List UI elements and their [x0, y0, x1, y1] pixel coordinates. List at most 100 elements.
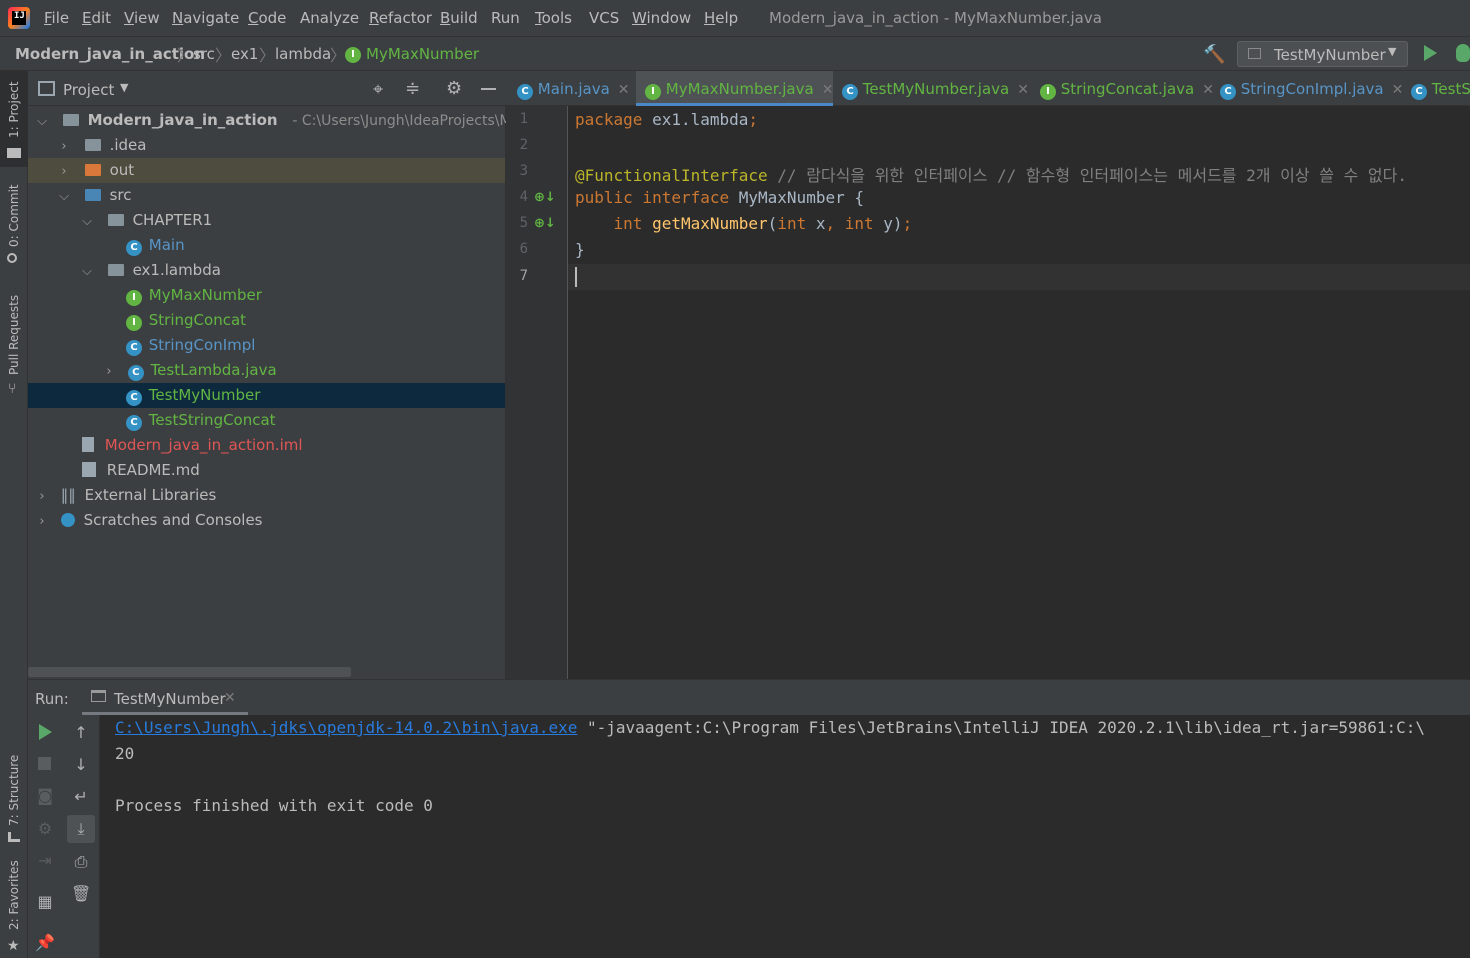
- print-icon[interactable]: ⎙: [71, 852, 91, 872]
- runnable-class-icon: C: [126, 415, 142, 431]
- menu-code[interactable]: Code: [248, 9, 286, 27]
- close-icon[interactable]: ✕: [224, 690, 236, 706]
- tool-tab-project[interactable]: 1: Project: [7, 81, 21, 138]
- menu-analyze[interactable]: Analyze: [300, 9, 359, 27]
- tree-root[interactable]: ⌵ Modern_java_in_action - C:\Users\Jungh…: [34, 108, 528, 133]
- menu-build[interactable]: Build: [440, 9, 478, 27]
- tool-tab-structure[interactable]: 7: Structure: [7, 755, 21, 826]
- menu-refactor[interactable]: Refactor: [369, 9, 432, 27]
- run-config-icon: [1248, 48, 1261, 59]
- tree-item-out[interactable]: › out: [56, 158, 134, 183]
- chevron-down-icon: ⌵: [37, 114, 47, 129]
- arrow-down-icon[interactable]: ↓: [71, 755, 91, 775]
- settings-gear-icon[interactable]: ⚙: [35, 819, 55, 839]
- class-icon: C: [517, 84, 533, 100]
- console-command-args: "-javaagent:C:\Program Files\JetBrains\I…: [577, 718, 1426, 737]
- run-configuration-select[interactable]: TestMyNumber ▼: [1237, 41, 1408, 67]
- tree-item-label: src: [109, 186, 132, 204]
- horizontal-scrollbar[interactable]: [28, 667, 351, 677]
- breadcrumb-ex1[interactable]: ex1: [231, 45, 258, 63]
- pin-icon[interactable]: 📌: [35, 933, 55, 953]
- close-icon[interactable]: ✕: [1017, 82, 1029, 98]
- tree-item-readme[interactable]: README.md: [82, 458, 200, 483]
- tree-item-label: StringConImpl: [148, 336, 256, 354]
- tree-item-idea[interactable]: › .idea: [56, 133, 146, 158]
- tree-item-scratches[interactable]: › Scratches and Consoles: [34, 508, 262, 533]
- tool-tab-favorites[interactable]: 2: Favorites: [7, 860, 21, 930]
- stop-icon[interactable]: [38, 757, 51, 770]
- menu-window[interactable]: Window: [632, 9, 691, 27]
- interface-icon: I: [126, 315, 142, 331]
- tree-item-teststringconcat[interactable]: C TestStringConcat: [126, 408, 276, 433]
- menu-navigate[interactable]: Navigate: [172, 9, 239, 27]
- tab-mymaxnumber-java[interactable]: I MyMaxNumber.java ✕: [645, 71, 833, 106]
- tree-item-chapter1[interactable]: ⌵ CHAPTER1: [79, 208, 212, 233]
- chevron-right-icon: ›: [61, 139, 67, 154]
- interface-icon: I: [126, 290, 142, 306]
- tree-item-label: Main: [148, 236, 185, 254]
- camera-icon[interactable]: ◙: [35, 786, 55, 806]
- tree-item-testmynumber[interactable]: C TestMyNumber: [126, 383, 260, 408]
- tree-item-ex1-lambda[interactable]: ⌵ ex1.lambda: [79, 258, 221, 283]
- tree-item-main[interactable]: C Main: [126, 233, 185, 258]
- close-icon[interactable]: ✕: [618, 82, 630, 98]
- rerun-play-icon[interactable]: [39, 724, 52, 740]
- soft-wrap-icon[interactable]: ↵: [71, 787, 91, 807]
- chevron-right-icon: 〉: [215, 46, 232, 65]
- login-exit-icon[interactable]: ⇥: [35, 851, 55, 871]
- debug-bug-icon[interactable]: [1456, 44, 1470, 62]
- menu-help[interactable]: Help: [704, 9, 738, 27]
- breadcrumb-mymaxnumber[interactable]: MyMaxNumber: [366, 45, 479, 63]
- tree-item-iml[interactable]: Modern_java_in_action.iml: [82, 433, 303, 458]
- locate-crosshair-icon[interactable]: ⌖: [373, 79, 383, 100]
- breadcrumb-lambda[interactable]: lambda: [275, 45, 331, 63]
- menu-view[interactable]: View: [124, 9, 160, 27]
- tool-tab-commit[interactable]: 0: Commit: [7, 184, 21, 247]
- hide-minus-icon[interactable]: [481, 88, 496, 90]
- tree-item-stringconcat[interactable]: I StringConcat: [126, 308, 246, 333]
- gear-icon[interactable]: ⚙: [446, 78, 462, 99]
- trash-icon[interactable]: 🗑: [71, 884, 91, 904]
- menu-file[interactable]: File: [44, 9, 69, 27]
- tab-stringconimpl-java[interactable]: C StringConImpl.java ✕: [1220, 71, 1403, 106]
- console-output[interactable]: [100, 715, 1470, 958]
- tab-stringconcat-java[interactable]: I StringConcat.java ✕: [1040, 71, 1214, 106]
- chevron-right-icon: 〉: [177, 46, 194, 65]
- menu-edit[interactable]: Edit: [82, 9, 111, 27]
- library-icon: ‖‖: [60, 486, 76, 504]
- tree-item-external-libraries[interactable]: › ‖‖ External Libraries: [34, 483, 216, 508]
- menu-run[interactable]: Run: [491, 9, 520, 27]
- arrow-up-icon[interactable]: ↑: [71, 723, 91, 743]
- build-hammer-icon[interactable]: 🔨: [1203, 44, 1225, 65]
- chevron-down-icon[interactable]: ▼: [120, 81, 128, 94]
- project-view-title[interactable]: Project: [63, 81, 114, 99]
- tree-root-path: - C:\Users\Jungh\IdeaProjects\Moc: [292, 113, 528, 129]
- tree-item-label: TestLambda.java: [150, 361, 277, 379]
- tree-item-label: README.md: [106, 461, 200, 479]
- tab-main-java[interactable]: C Main.java ✕: [517, 71, 630, 106]
- tab-testmynumber-java[interactable]: C TestMyNumber.java ✕: [842, 71, 1029, 106]
- close-icon[interactable]: ✕: [1202, 82, 1214, 98]
- runnable-class-icon: C: [126, 390, 142, 406]
- tree-item-mymaxnumber[interactable]: I MyMaxNumber: [126, 283, 262, 308]
- runnable-class-icon: C: [842, 84, 858, 100]
- implemented-marker-icon[interactable]: ⊕↓: [534, 190, 556, 205]
- layout-icon[interactable]: ▦: [35, 892, 55, 912]
- tree-item-stringconimpl[interactable]: C StringConImpl: [126, 333, 255, 358]
- breadcrumb-src[interactable]: src: [193, 45, 215, 63]
- tool-tab-pull-requests[interactable]: Pull Requests: [7, 295, 21, 375]
- run-tab-label[interactable]: TestMyNumber: [114, 690, 226, 708]
- menu-tools[interactable]: Tools: [535, 9, 572, 27]
- java-exe-link[interactable]: C:\Users\Jungh\.jdks\openjdk-14.0.2\bin\…: [115, 718, 577, 737]
- menu-vcs[interactable]: VCS: [589, 9, 619, 27]
- collapse-all-icon[interactable]: ≑: [405, 78, 420, 99]
- close-icon[interactable]: ✕: [1392, 82, 1404, 98]
- implemented-marker-icon[interactable]: ⊕↓: [534, 216, 556, 231]
- run-label: Run:: [35, 690, 69, 708]
- chevron-down-icon: ▼: [1388, 45, 1397, 58]
- tab-tests-java[interactable]: C TestS: [1411, 71, 1470, 106]
- close-icon[interactable]: ✕: [822, 82, 834, 98]
- tree-item-src[interactable]: ⌵ src: [56, 183, 131, 208]
- tree-item-testlambda[interactable]: › C TestLambda.java: [101, 358, 277, 383]
- run-play-icon[interactable]: [1424, 45, 1437, 61]
